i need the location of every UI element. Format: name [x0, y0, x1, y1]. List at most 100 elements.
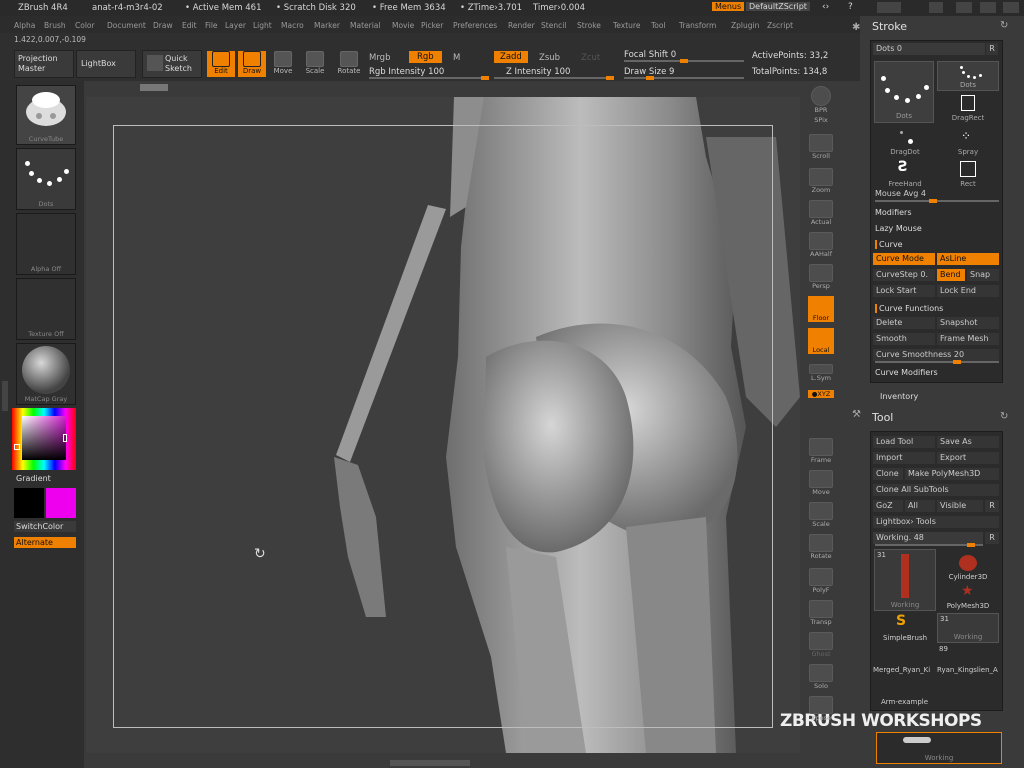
move-button[interactable]: Move — [271, 51, 295, 75]
color-picker[interactable] — [12, 408, 76, 470]
clone-all-subtools-button[interactable]: Clone All SubTools — [873, 484, 999, 496]
right-tool-lsym[interactable]: L.Sym — [808, 364, 834, 382]
menu-item-zscript[interactable]: Zscript — [767, 21, 793, 30]
menu-item-tool[interactable]: Tool — [651, 21, 666, 30]
subtool-preview[interactable]: Working — [876, 732, 1002, 764]
stroke-large-thumbnail[interactable]: Dots — [874, 61, 934, 123]
make-polymesh-button[interactable]: Make PolyMesh3D — [905, 468, 999, 480]
import-button[interactable]: Import — [873, 452, 935, 464]
goz-button[interactable]: GoZ — [873, 500, 903, 512]
slider-knob[interactable] — [967, 543, 975, 547]
rgb-button[interactable]: Rgb — [409, 51, 442, 63]
curve-functions-section[interactable]: Curve Functions — [875, 304, 943, 313]
stroke-dots-item[interactable]: Dots — [937, 61, 999, 91]
zcut-button[interactable]: Zcut — [581, 53, 600, 63]
zsub-button[interactable]: Zsub — [539, 53, 560, 63]
right-tool-local[interactable]: Local — [808, 328, 834, 354]
stroke-pin-icon[interactable]: ✱ — [852, 22, 860, 33]
right-tool-frame[interactable]: Frame — [808, 438, 834, 464]
menu-item-movie[interactable]: Movie — [392, 21, 414, 30]
right-tool-scale[interactable]: Scale — [808, 502, 834, 528]
visibility-toggle-icon[interactable] — [903, 737, 931, 743]
stroke-dragdot-item[interactable]: DragDot — [874, 127, 936, 157]
slider-knob[interactable] — [606, 76, 614, 80]
scale-button[interactable]: Scale — [303, 51, 327, 75]
curve-modifiers-section[interactable]: Curve Modifiers — [875, 368, 938, 377]
menu-item-stroke[interactable]: Stroke — [577, 21, 601, 30]
menu-item-transform[interactable]: Transform — [679, 21, 716, 30]
gradient-label[interactable]: Gradient — [16, 474, 51, 483]
menu-item-render[interactable]: Render — [508, 21, 535, 30]
tool-r2-button[interactable]: R — [985, 532, 999, 544]
stroke-spray-item[interactable]: ⁘ Spray — [937, 127, 999, 157]
menu-item-layer[interactable]: Layer — [225, 21, 246, 30]
all-button[interactable]: All — [905, 500, 935, 512]
close-icon[interactable] — [1003, 2, 1019, 13]
stroke-refresh-icon[interactable]: ↻ — [1000, 20, 1008, 31]
material-thumbnail[interactable]: MatCap Gray — [16, 343, 76, 405]
right-tool-rotate[interactable]: Rotate — [808, 534, 834, 560]
menu-item-material[interactable]: Material — [350, 21, 380, 30]
hue-marker-icon[interactable] — [14, 444, 20, 450]
mrgb-button[interactable]: Mrgb — [369, 53, 390, 63]
arrows-icon[interactable]: ‹› — [822, 2, 829, 12]
lazy-mouse-section[interactable]: Lazy Mouse — [875, 224, 922, 233]
menu-item-picker[interactable]: Picker — [421, 21, 443, 30]
edit-button[interactable]: Edit — [207, 51, 235, 77]
menu-item-stencil[interactable]: Stencil — [541, 21, 566, 30]
slider-knob[interactable] — [481, 76, 489, 80]
secondary-color-swatch[interactable] — [46, 488, 76, 518]
switchcolor-button[interactable]: SwitchColor — [14, 521, 76, 532]
slider-knob[interactable] — [929, 199, 937, 203]
color-square[interactable] — [22, 416, 66, 460]
bottom-tray-handle[interactable] — [390, 760, 470, 766]
menu-item-alpha[interactable]: Alpha — [14, 21, 35, 30]
z-intensity-slider[interactable] — [494, 76, 614, 80]
layout-icon[interactable] — [877, 2, 901, 13]
zadd-button[interactable]: Zadd — [494, 51, 528, 63]
right-tool-actual[interactable]: Actual — [808, 200, 834, 226]
asline-button[interactable]: AsLine — [937, 253, 999, 265]
curve-smoothness-track[interactable] — [875, 360, 999, 364]
right-tool-transp[interactable]: Transp — [808, 600, 834, 626]
snap-button[interactable]: Snap — [967, 269, 999, 281]
tool-panel-title[interactable]: Tool — [872, 411, 893, 424]
maximize-icon[interactable] — [980, 2, 996, 13]
tool-refresh-icon[interactable]: ↻ — [1000, 411, 1008, 422]
tool-thumbnail-cylinder[interactable]: Cylinder3D ★ PolyMesh3D — [937, 549, 999, 611]
menu-item-document[interactable]: Document — [107, 21, 146, 30]
curve-smoothness-slider[interactable]: Curve Smoothness 20 — [873, 349, 999, 361]
snapshot-button[interactable]: Snapshot — [937, 317, 999, 329]
slider-knob[interactable] — [680, 59, 688, 63]
right-tool-bpr[interactable]: BPR — [808, 86, 834, 114]
saturation-marker-icon[interactable] — [63, 434, 67, 442]
stroke-freehand-item[interactable]: Ƨ FreeHand — [874, 159, 936, 189]
export-button[interactable]: Export — [937, 452, 999, 464]
brush-thumbnail[interactable]: CurveTube — [16, 85, 76, 145]
help-icon[interactable]: ? — [848, 2, 853, 12]
alpha-thumbnail[interactable]: Alpha Off — [16, 213, 76, 275]
menu-item-draw[interactable]: Draw — [153, 21, 173, 30]
menu-item-file[interactable]: File — [205, 21, 218, 30]
right-tool-ghost[interactable]: Ghost — [808, 632, 834, 658]
slider-knob[interactable] — [953, 360, 961, 364]
lightbox-button[interactable]: LightBox — [76, 50, 136, 78]
tool-thumbnail-working2[interactable]: 31 Working — [937, 613, 999, 643]
frame-mesh-button[interactable]: Frame Mesh — [937, 333, 999, 345]
main-color-swatch[interactable] — [14, 488, 44, 518]
menu-item-preferences[interactable]: Preferences — [453, 21, 497, 30]
right-tool-xyz[interactable]: ●XYZ — [808, 390, 834, 398]
slider-knob[interactable] — [646, 76, 654, 80]
right-tool-scroll[interactable]: Scroll — [808, 134, 834, 160]
texture-thumbnail[interactable]: Texture Off — [16, 278, 76, 340]
menu-item-macro[interactable]: Macro — [281, 21, 304, 30]
curve-mode-button[interactable]: Curve Mode — [873, 253, 935, 265]
clone-button[interactable]: Clone — [873, 468, 903, 480]
right-tool-floor[interactable]: Floor — [808, 296, 834, 322]
menu-item-brush[interactable]: Brush — [44, 21, 66, 30]
working-slider-track[interactable] — [875, 543, 983, 547]
right-tool-persp[interactable]: Persp — [808, 264, 834, 290]
right-tool-polyf[interactable]: PolyF — [808, 568, 834, 594]
canvas-scroll-handle[interactable] — [140, 84, 168, 91]
stroke-rect-item[interactable]: Rect — [937, 159, 999, 189]
